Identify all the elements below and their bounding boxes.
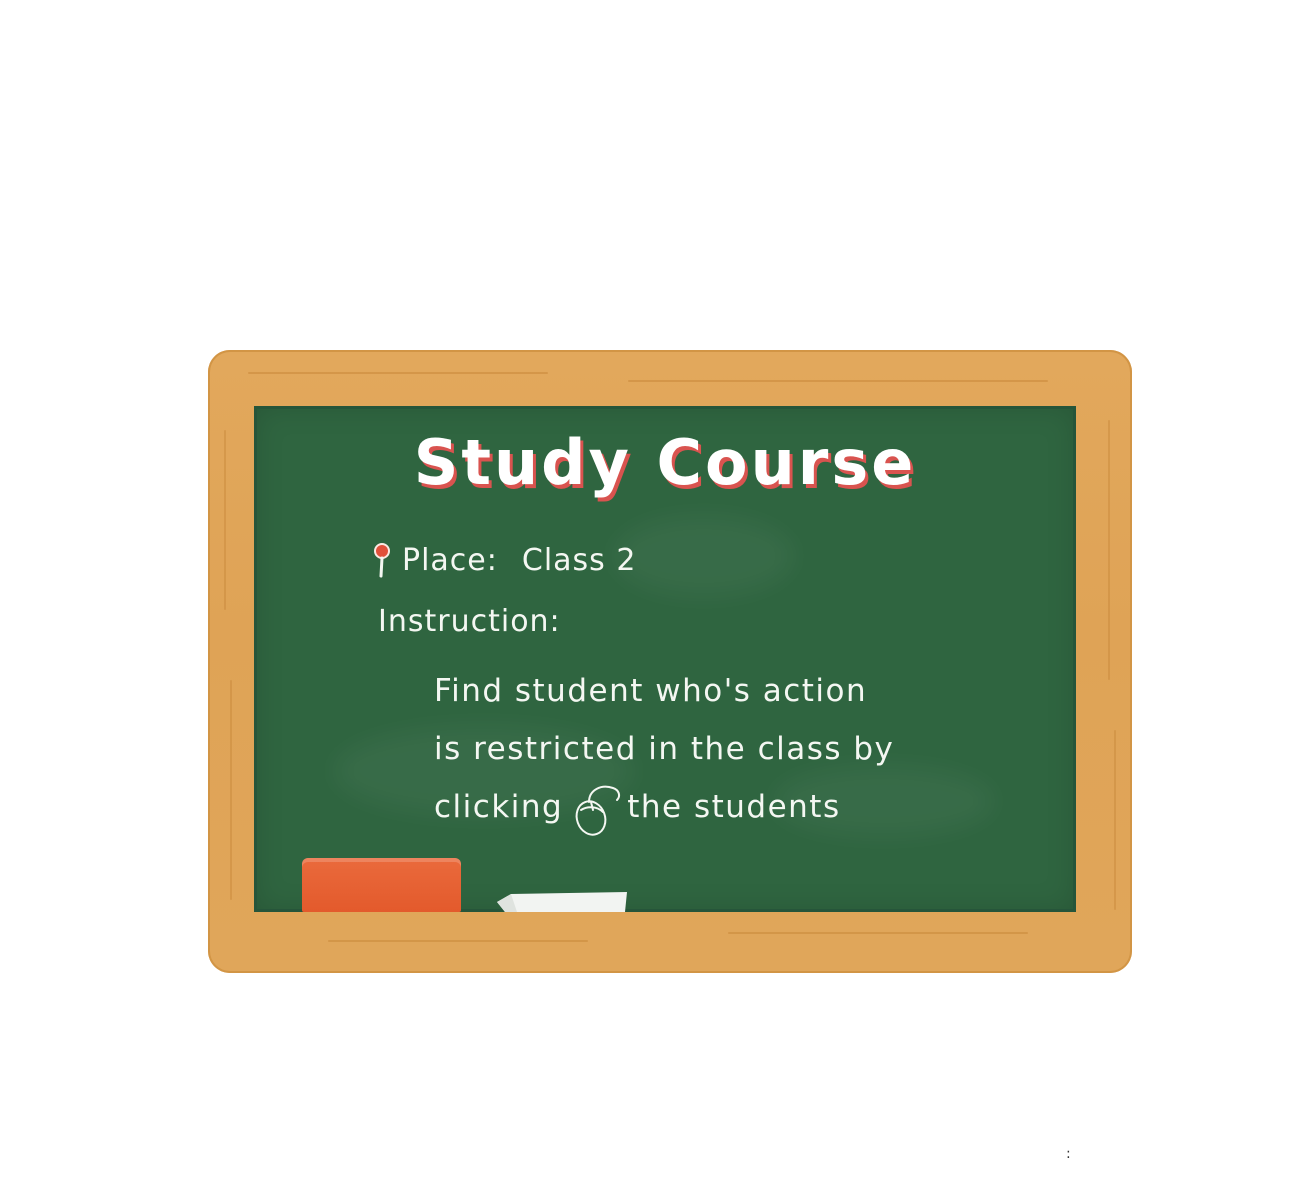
board-title: Study Course [413,426,917,499]
mouse-icon [567,780,623,838]
instruction-text: Find student who's action is restricted … [434,662,994,838]
corner-mark: : [1066,1146,1071,1162]
map-pin-icon [372,542,392,578]
game-stage: Study Course Place: Class 2 Instruction:… [0,0,1296,1202]
instruction-clicking-text: clicking [434,789,564,825]
instruction-line-2: is restricted in the class by [434,731,895,767]
instruction-line-3: clicking the students [434,778,994,838]
place-value: Class 2 [521,542,637,578]
instruction-line-1: Find student who's action [434,673,868,709]
chalk-stick [497,892,627,912]
eraser [302,858,461,912]
instruction-students-text: the students [627,789,841,825]
place-row: Place: Class 2 [372,542,636,578]
place-label: Place: [402,542,498,578]
instruction-label: Instruction: [378,604,561,639]
